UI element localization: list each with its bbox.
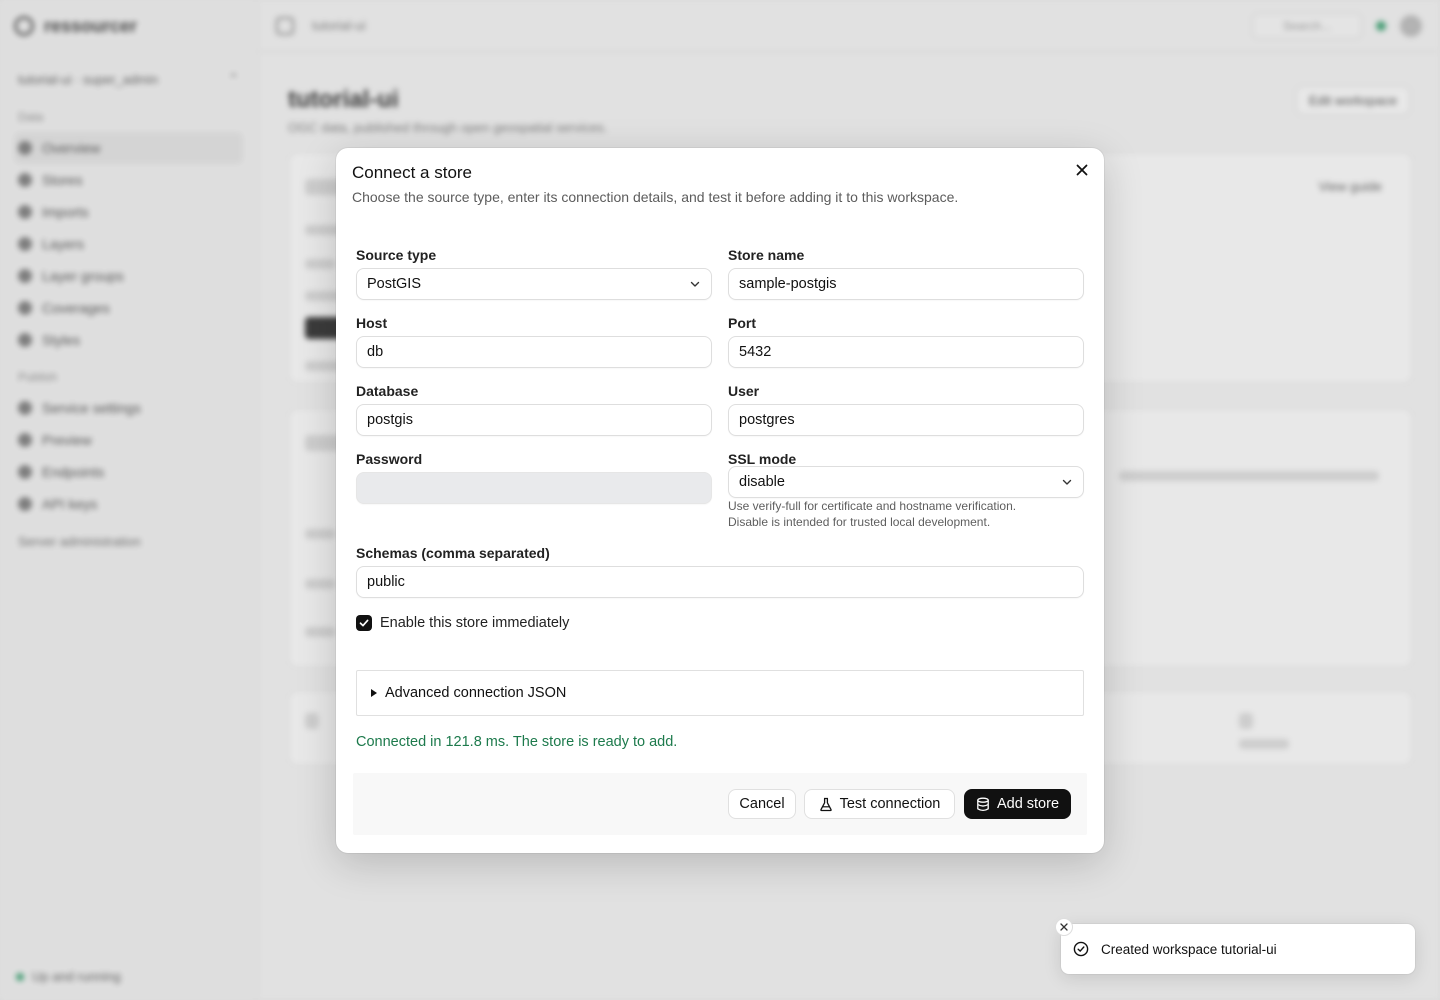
chevron-down-icon (1062, 479, 1072, 485)
close-button[interactable] (1072, 160, 1092, 180)
dialog-title: Connect a store (352, 163, 473, 182)
source-type-select[interactable]: PostGIS (356, 268, 712, 300)
test-connection-button[interactable]: Test connection (804, 789, 955, 819)
advanced-json-label: Advanced connection JSON (385, 685, 567, 701)
connect-store-dialog: Connect a store Choose the source type, … (336, 148, 1104, 853)
close-icon (1060, 923, 1068, 931)
check-icon (359, 619, 369, 627)
password-label: Password (356, 451, 423, 467)
ssl-mode-select[interactable]: disable (728, 466, 1084, 498)
source-type-value: PostGIS (367, 276, 421, 292)
user-label: User (728, 383, 760, 399)
triangle-right-icon (371, 689, 377, 697)
store-name-input[interactable]: sample-postgis (728, 268, 1084, 300)
advanced-json-disclosure[interactable]: Advanced connection JSON (356, 670, 1084, 716)
database-icon (977, 797, 989, 811)
flask-icon (819, 797, 832, 811)
enable-store-checkbox[interactable] (356, 615, 372, 631)
schemas-label: Schemas (comma separated) (356, 545, 550, 561)
database-label: Database (356, 383, 419, 399)
port-label: Port (728, 315, 756, 331)
connection-status-message: Connected in 121.8 ms. The store is read… (356, 734, 678, 750)
ssl-mode-hint: Use verify-full for certificate and host… (728, 499, 1017, 529)
close-icon (1076, 164, 1088, 176)
ssl-mode-value: disable (739, 474, 785, 490)
dialog-description: Choose the source type, enter its connec… (352, 189, 959, 205)
password-input[interactable] (356, 472, 712, 504)
enable-store-checkbox-row[interactable]: Enable this store immediately (356, 615, 569, 631)
host-input[interactable]: db (356, 336, 712, 368)
user-input[interactable]: postgres (728, 404, 1084, 436)
add-store-button[interactable]: Add store (964, 789, 1071, 819)
toast-close-button[interactable] (1055, 918, 1073, 936)
check-circle-icon (1073, 941, 1089, 957)
toast-message: Created workspace tutorial-ui (1101, 941, 1277, 957)
port-input[interactable]: 5432 (728, 336, 1084, 368)
toast-notification: Created workspace tutorial-ui (1055, 918, 1415, 974)
database-input[interactable]: postgis (356, 404, 712, 436)
schemas-input[interactable]: public (356, 566, 1084, 598)
chevron-down-icon (690, 281, 700, 287)
ssl-mode-label: SSL mode (728, 451, 797, 467)
host-label: Host (356, 315, 388, 331)
cancel-button[interactable]: Cancel (728, 789, 796, 819)
enable-store-label: Enable this store immediately (380, 615, 570, 631)
store-name-label: Store name (728, 247, 805, 263)
dialog-footer: Cancel Test connection Add store (353, 773, 1087, 835)
source-type-label: Source type (356, 247, 437, 263)
